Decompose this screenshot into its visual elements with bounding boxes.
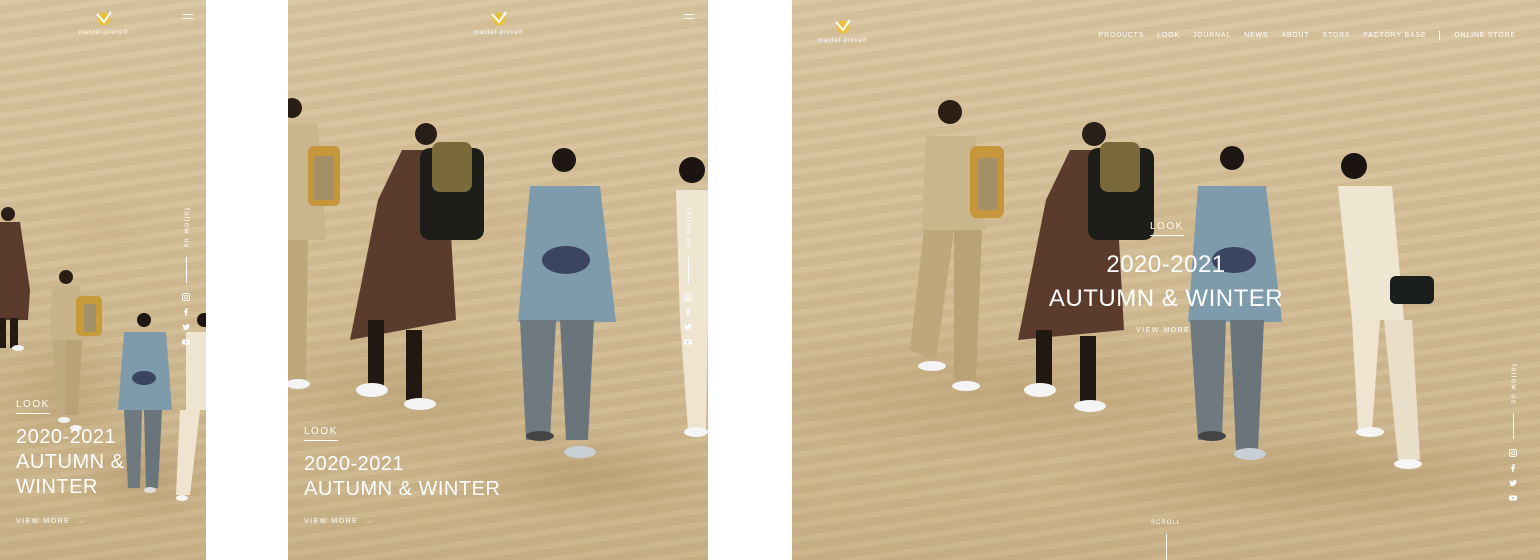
facebook-icon[interactable] xyxy=(684,307,692,316)
nav-item-journal[interactable]: JOURNAL xyxy=(1193,32,1231,39)
youtube-icon[interactable] xyxy=(1509,494,1517,502)
youtube-icon[interactable] xyxy=(684,338,692,346)
brand-logo[interactable]: master-piece® xyxy=(474,10,524,36)
view-more-link[interactable]: VIEW MORE → xyxy=(16,518,86,525)
twitter-icon[interactable] xyxy=(684,323,692,331)
menu-icon[interactable] xyxy=(684,14,694,20)
nav-divider xyxy=(1439,31,1441,40)
logo-text: master-piece® xyxy=(474,30,524,36)
hero-title-line1: 2020-2021 xyxy=(1106,251,1226,278)
hero-title-line2: AUTUMN & xyxy=(16,451,125,473)
logo-mark-icon xyxy=(490,11,507,26)
follow-us-label: follow us xyxy=(182,208,190,249)
logo-text: master-piece® xyxy=(79,30,129,36)
hero-title: 2020-2021 AUTUMN & WINTER xyxy=(16,425,124,500)
follow-us-label: follow us xyxy=(1509,364,1517,405)
instagram-icon[interactable] xyxy=(1509,448,1517,457)
follow-us-sidebar: follow us xyxy=(1509,364,1517,509)
hero-title: 2020-2021 AUTUMN & WINTER xyxy=(1038,248,1294,315)
nav-item-look[interactable]: LOOK xyxy=(1157,32,1180,39)
instagram-icon[interactable] xyxy=(182,292,190,301)
nav-item-news[interactable]: NEWS xyxy=(1244,32,1268,39)
follow-divider xyxy=(687,256,689,283)
follow-us-sidebar: follow us xyxy=(182,208,190,353)
follow-us-sidebar: follow us xyxy=(684,208,692,353)
logo-text: master-piece® xyxy=(818,38,868,44)
tablet-preview: master-piece® follow us LOOK 2020-2021 A… xyxy=(288,0,708,560)
main-nav: PRODUCTS LOOK JOURNAL NEWS ABOUT STORE F… xyxy=(1086,31,1516,40)
brand-logo[interactable]: master-piece® xyxy=(818,18,868,44)
model-figures xyxy=(288,98,708,458)
follow-us-label: follow us xyxy=(684,208,692,249)
arrow-right-icon: → xyxy=(77,518,86,525)
hero-title-line2: AUTUMN & WINTER xyxy=(304,478,501,500)
arrow-right-icon: → xyxy=(365,518,374,525)
logo-mark-icon xyxy=(834,19,851,34)
logo-mark-icon xyxy=(95,11,112,26)
hero-title-line1: 2020-2021 xyxy=(16,426,117,448)
nav-item-online-store[interactable]: ONLINE STORE xyxy=(1454,32,1516,39)
nav-item-store[interactable]: STORE xyxy=(1322,32,1350,39)
nav-item-about[interactable]: ABOUT xyxy=(1281,32,1309,39)
hero-tag[interactable]: LOOK xyxy=(16,399,50,414)
brand-logo[interactable]: master-piece® xyxy=(79,10,129,36)
hero-tag[interactable]: LOOK xyxy=(1150,221,1184,236)
hero-title: 2020-2021 AUTUMN & WINTER xyxy=(304,452,500,502)
menu-icon[interactable] xyxy=(183,14,193,20)
nav-item-products[interactable]: PRODUCTS xyxy=(1099,32,1145,39)
youtube-icon[interactable] xyxy=(182,338,190,346)
mobile-preview: master-piece® follow us LOOK 2020-2021 A… xyxy=(0,0,206,560)
scroll-label: SCROLL xyxy=(1151,520,1182,526)
hero-tag[interactable]: LOOK xyxy=(304,426,338,441)
scroll-line xyxy=(1165,534,1167,560)
twitter-icon[interactable] xyxy=(182,323,190,331)
hero-title-line2: AUTUMN & WINTER xyxy=(1048,284,1284,312)
twitter-icon[interactable] xyxy=(1509,479,1517,487)
hero-title-line1: 2020-2021 xyxy=(304,453,405,475)
scroll-indicator[interactable]: SCROLL xyxy=(1151,520,1181,560)
view-more-link[interactable]: VIEW MORE xyxy=(1136,327,1190,334)
instagram-icon[interactable] xyxy=(684,292,692,301)
follow-divider xyxy=(185,256,187,283)
desktop-preview: master-piece® PRODUCTS LOOK JOURNAL NEWS… xyxy=(792,0,1540,560)
facebook-icon[interactable] xyxy=(1509,463,1517,472)
hero-title-line3: WINTER xyxy=(16,476,98,498)
view-more-link[interactable]: VIEW MORE → xyxy=(304,518,374,525)
facebook-icon[interactable] xyxy=(182,307,190,316)
follow-divider xyxy=(1512,412,1514,439)
nav-item-factory-base[interactable]: FACTORY BASE xyxy=(1363,32,1426,39)
